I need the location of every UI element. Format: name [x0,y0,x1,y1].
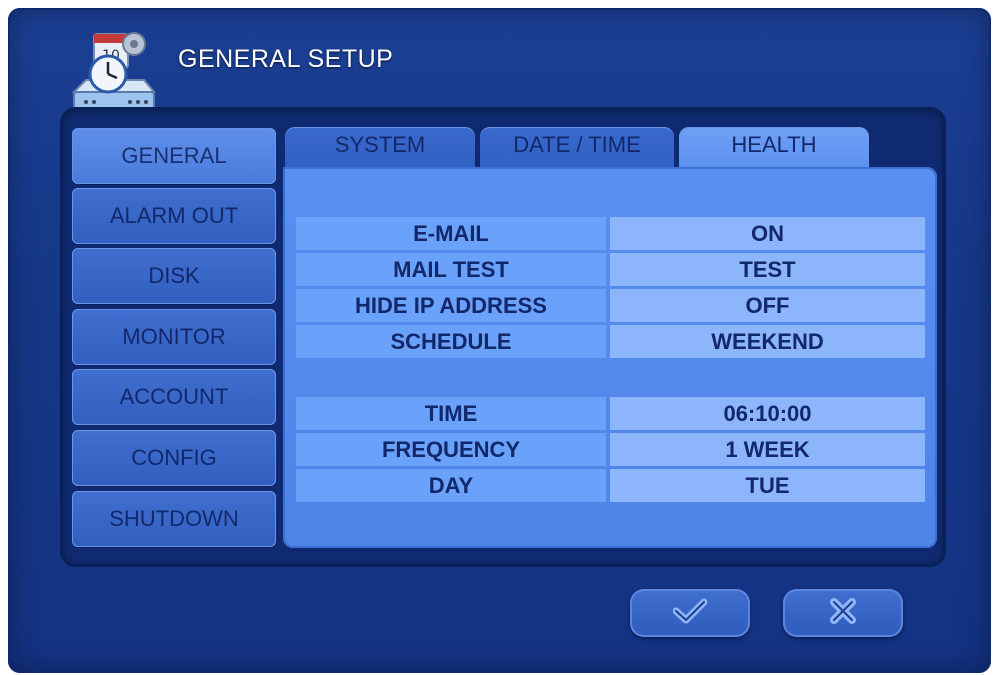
tab-system[interactable]: SYSTEM [285,127,475,169]
setting-label: DAY [296,469,606,502]
setting-label: TIME [296,397,606,430]
sidebar-item-disk[interactable]: DISK [72,248,276,304]
time-field[interactable]: 06:10:00 [610,397,925,430]
sidebar-item-config[interactable]: CONFIG [72,430,276,486]
schedule-selector[interactable]: WEEKEND [610,325,925,358]
setting-label: HIDE IP ADDRESS [296,289,606,322]
sidebar-item-label: CONFIG [131,445,217,470]
sidebar-item-label: DISK [148,263,200,288]
hide-ip-address-selector[interactable]: OFF [610,289,925,322]
page-title: GENERAL SETUP [178,45,394,73]
setting-label: E-MAIL [296,217,606,250]
setting-label: FREQUENCY [296,433,606,466]
setting-row-frequency: FREQUENCY 1 WEEK [296,433,925,466]
email-value-selector[interactable]: ON [610,217,925,250]
setting-row-email: E-MAIL ON [296,217,925,250]
tab-label: HEALTH [731,132,817,157]
close-icon [829,597,857,630]
setting-row-schedule: SCHEDULE WEEKEND [296,325,925,358]
cancel-button[interactable] [783,589,903,637]
setting-row-day: DAY TUE [296,469,925,502]
tab-date-time[interactable]: DATE / TIME [480,127,674,169]
sidebar-item-shutdown[interactable]: SHUTDOWN [72,491,276,547]
setting-row-mail-test: MAIL TEST TEST [296,253,925,286]
sidebar-item-account[interactable]: ACCOUNT [72,369,276,425]
sidebar-item-label: ALARM OUT [109,203,239,228]
frequency-selector[interactable]: 1 WEEK [610,433,925,466]
sidebar-item-label: MONITOR [122,324,226,349]
sidebar-item-label: SHUTDOWN [109,506,239,531]
sidebar-item-alarm-out[interactable]: ALARM OUT [72,188,276,244]
checkmark-icon [672,598,708,629]
sidebar-item-label: ACCOUNT [119,384,229,409]
setting-label: MAIL TEST [296,253,606,286]
sidebar-item-label: GENERAL [121,143,227,168]
mail-test-button[interactable]: TEST [610,253,925,286]
ok-button[interactable] [630,589,750,637]
setting-row-time: TIME 06:10:00 [296,397,925,430]
sidebar-item-monitor[interactable]: MONITOR [72,309,276,365]
day-selector[interactable]: TUE [610,469,925,502]
tab-label: DATE / TIME [513,132,641,157]
tab-label: SYSTEM [334,132,426,157]
sidebar-item-general[interactable]: GENERAL [72,128,276,184]
setting-row-hide-ip-address: HIDE IP ADDRESS OFF [296,289,925,322]
setting-label: SCHEDULE [296,325,606,358]
